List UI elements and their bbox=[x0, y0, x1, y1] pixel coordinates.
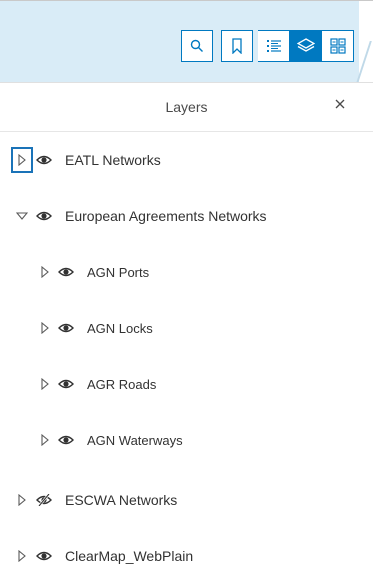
search-button[interactable] bbox=[181, 30, 213, 62]
visibility-toggle[interactable] bbox=[58, 322, 74, 334]
expand-toggle[interactable] bbox=[15, 209, 29, 223]
expand-toggle[interactable] bbox=[11, 147, 33, 173]
caret-right-icon bbox=[41, 378, 49, 390]
expand-toggle[interactable] bbox=[38, 377, 52, 391]
caret-down-icon bbox=[16, 212, 28, 220]
panel-header: Layers bbox=[0, 82, 373, 132]
layer-row-clearmap-webplain[interactable]: ClearMap_WebPlain bbox=[0, 542, 373, 570]
layer-label[interactable]: AGR Roads bbox=[87, 377, 156, 392]
layer-list: EATL Networks European Agreements Networ… bbox=[0, 132, 373, 581]
layer-label[interactable]: European Agreements Networks bbox=[65, 208, 267, 224]
layer-label[interactable]: AGN Ports bbox=[87, 265, 149, 280]
layer-row-agr-roads[interactable]: AGR Roads bbox=[0, 370, 373, 398]
visibility-toggle[interactable] bbox=[36, 154, 52, 166]
eye-icon bbox=[58, 435, 74, 445]
expand-toggle[interactable] bbox=[38, 433, 52, 447]
eye-icon bbox=[36, 551, 52, 561]
panel-title: Layers bbox=[165, 99, 208, 115]
eye-icon bbox=[36, 211, 52, 221]
expand-toggle[interactable] bbox=[15, 493, 29, 507]
layer-label[interactable]: AGN Locks bbox=[87, 321, 153, 336]
layers-widget: Layers EATL Networks European Agreements… bbox=[0, 0, 373, 581]
legend-list-icon bbox=[266, 40, 281, 52]
layer-row-escwa-networks[interactable]: ESCWA Networks bbox=[0, 486, 373, 514]
layer-label[interactable]: ESCWA Networks bbox=[65, 492, 177, 508]
close-button[interactable] bbox=[331, 95, 349, 113]
layer-row-eatl-networks[interactable]: EATL Networks bbox=[0, 146, 373, 174]
visibility-toggle[interactable] bbox=[36, 550, 52, 562]
expand-toggle[interactable] bbox=[38, 321, 52, 335]
layer-row-agn-waterways[interactable]: AGN Waterways bbox=[0, 426, 373, 454]
eye-off-icon bbox=[36, 494, 52, 506]
visibility-toggle[interactable] bbox=[58, 378, 74, 390]
layer-row-agn-locks[interactable]: AGN Locks bbox=[0, 314, 373, 342]
layers-icon bbox=[296, 38, 315, 52]
visibility-toggle[interactable] bbox=[58, 266, 74, 278]
caret-right-icon bbox=[18, 154, 26, 166]
caret-right-icon bbox=[41, 322, 49, 334]
legend-button[interactable] bbox=[258, 30, 290, 62]
caret-right-icon bbox=[18, 494, 26, 506]
eye-icon bbox=[58, 379, 74, 389]
close-icon bbox=[335, 99, 345, 109]
layer-row-european-agreements-networks[interactable]: European Agreements Networks bbox=[0, 202, 373, 230]
bookmark-icon bbox=[232, 38, 242, 54]
layer-row-agn-ports[interactable]: AGN Ports bbox=[0, 258, 373, 286]
basemap-gallery-icon bbox=[329, 38, 346, 54]
search-icon bbox=[190, 39, 203, 52]
caret-right-icon bbox=[18, 550, 26, 562]
visibility-toggle[interactable] bbox=[36, 494, 52, 506]
expand-toggle[interactable] bbox=[15, 549, 29, 563]
basemap-gallery-button[interactable] bbox=[322, 30, 354, 62]
eye-icon bbox=[58, 323, 74, 333]
eye-icon bbox=[36, 155, 52, 165]
visibility-toggle[interactable] bbox=[58, 434, 74, 446]
caret-right-icon bbox=[41, 434, 49, 446]
expand-toggle[interactable] bbox=[38, 265, 52, 279]
layer-label[interactable]: ClearMap_WebPlain bbox=[65, 548, 193, 564]
layer-label[interactable]: EATL Networks bbox=[65, 152, 161, 168]
layers-button[interactable] bbox=[290, 30, 322, 62]
layer-label[interactable]: AGN Waterways bbox=[87, 433, 183, 448]
eye-icon bbox=[58, 267, 74, 277]
visibility-toggle[interactable] bbox=[36, 210, 52, 222]
bookmarks-button[interactable] bbox=[221, 30, 253, 62]
caret-right-icon bbox=[41, 266, 49, 278]
